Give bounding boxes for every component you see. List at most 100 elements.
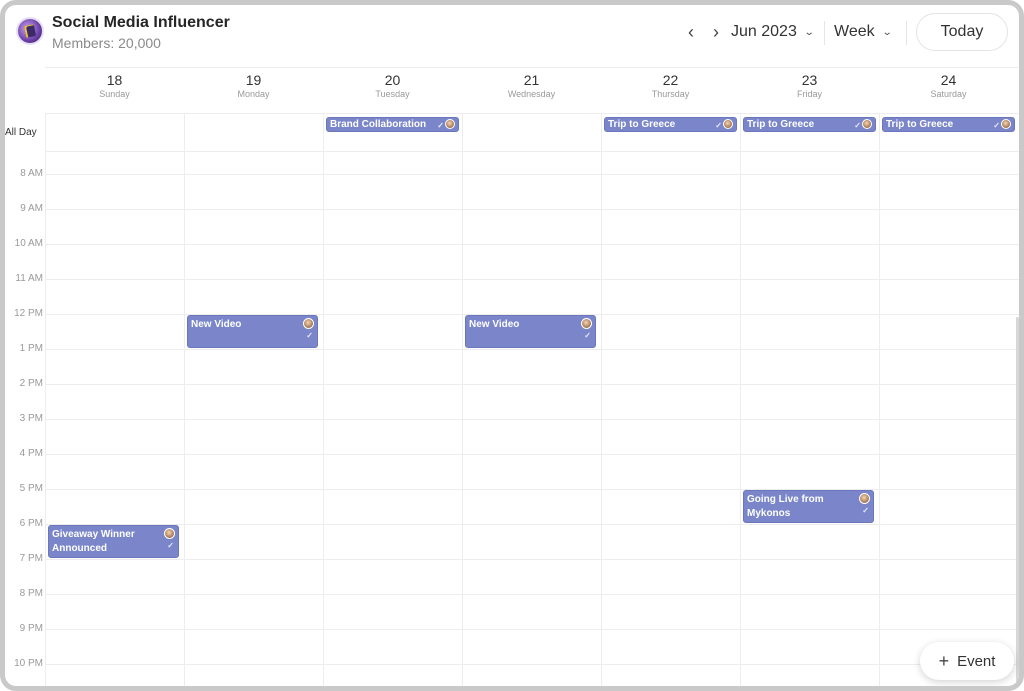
grid-col-line bbox=[601, 113, 602, 686]
group-members-count: Members: 20,000 bbox=[52, 35, 161, 51]
group-avatar[interactable] bbox=[16, 17, 44, 45]
today-button[interactable]: Today bbox=[916, 13, 1008, 51]
event-title: Trip to Greece bbox=[747, 119, 815, 130]
grid-row-line bbox=[45, 384, 1019, 385]
calendar-event[interactable]: New Video ✓ bbox=[187, 315, 318, 348]
check-icon: ✓ bbox=[854, 121, 861, 130]
time-label: 4 PM bbox=[19, 448, 43, 459]
event-title: Going Live from Mykonos bbox=[747, 494, 824, 519]
day-header-tuesday[interactable]: 20 Tuesday bbox=[323, 67, 462, 113]
time-label: 2 PM bbox=[19, 378, 43, 389]
grid-row-line bbox=[45, 151, 1019, 152]
calendar-event[interactable]: New Video ✓ bbox=[465, 315, 596, 348]
attendee-avatar bbox=[862, 119, 872, 129]
group-name: Social Media Influencer bbox=[52, 14, 230, 31]
grid-row-line bbox=[45, 209, 1019, 210]
check-icon: ✓ bbox=[437, 121, 444, 130]
all-day-event[interactable]: Trip to Greece ✓ bbox=[882, 117, 1015, 132]
day-name: Thursday bbox=[651, 89, 690, 99]
calendar-header: Social Media Influencer Members: 20,000 … bbox=[5, 5, 1019, 67]
calendar-event[interactable]: Giveaway Winner Announced ✓ bbox=[48, 525, 179, 558]
chevron-down-icon: ⌄ bbox=[803, 26, 815, 38]
grid-col-line bbox=[184, 113, 185, 686]
all-day-event[interactable]: Brand Collaboration ✓ bbox=[326, 117, 459, 132]
time-label: 11 AM bbox=[15, 273, 43, 284]
day-header-monday[interactable]: 19 Monday bbox=[184, 67, 323, 113]
view-selector[interactable]: Week ⌄ bbox=[834, 23, 893, 41]
grid-col-line bbox=[323, 113, 324, 686]
all-day-label: All Day bbox=[5, 127, 37, 138]
check-icon: ✓ bbox=[993, 121, 1000, 130]
grid-row-line bbox=[45, 244, 1019, 245]
day-number: 23 bbox=[801, 72, 818, 88]
time-label: 12 PM bbox=[14, 308, 43, 319]
attendee-avatar bbox=[723, 119, 733, 129]
grid-row-line bbox=[45, 113, 1019, 114]
event-title: Giveaway Winner Announced bbox=[52, 529, 135, 554]
all-day-event[interactable]: Trip to Greece ✓ bbox=[604, 117, 737, 132]
grid-row-line bbox=[45, 664, 1019, 665]
event-title: Trip to Greece bbox=[608, 119, 676, 130]
day-header-saturday[interactable]: 24 Saturday bbox=[879, 67, 1018, 113]
grid-col-line bbox=[879, 113, 880, 686]
day-name: Wednesday bbox=[507, 89, 556, 99]
time-label: 9 PM bbox=[19, 623, 43, 634]
day-header-thursday[interactable]: 22 Thursday bbox=[601, 67, 740, 113]
attendee-avatar bbox=[445, 119, 455, 129]
time-label: 7 PM bbox=[19, 553, 43, 564]
attendee-avatar bbox=[581, 318, 592, 329]
add-event-button[interactable]: + Event bbox=[920, 642, 1014, 680]
all-day-event[interactable]: Trip to Greece ✓ bbox=[743, 117, 876, 132]
chevron-down-icon: ⌄ bbox=[881, 26, 893, 38]
grid-row-line bbox=[45, 174, 1019, 175]
day-name: Monday bbox=[237, 89, 270, 99]
day-header-sunday[interactable]: 18 Sunday bbox=[45, 67, 184, 113]
view-label: Week bbox=[834, 23, 875, 40]
day-name: Tuesday bbox=[375, 89, 410, 99]
time-label: 10 AM bbox=[14, 238, 43, 249]
check-icon: ✓ bbox=[715, 121, 722, 130]
check-icon: ✓ bbox=[584, 331, 591, 340]
divider bbox=[824, 21, 825, 45]
grid-col-line bbox=[462, 113, 463, 686]
grid-row-line bbox=[45, 454, 1019, 455]
calendar-window: Social Media Influencer Members: 20,000 … bbox=[0, 0, 1024, 691]
day-number: 21 bbox=[523, 72, 540, 88]
time-label: 8 AM bbox=[20, 168, 43, 179]
attendee-avatar bbox=[1001, 119, 1011, 129]
time-label: 9 AM bbox=[20, 203, 43, 214]
time-label: 5 PM bbox=[19, 483, 43, 494]
day-header-wednesday[interactable]: 21 Wednesday bbox=[462, 67, 601, 113]
day-name: Friday bbox=[796, 89, 822, 99]
check-icon: ✓ bbox=[862, 506, 869, 515]
event-title: Brand Collaboration bbox=[330, 119, 427, 130]
check-icon: ✓ bbox=[167, 541, 174, 550]
month-selector[interactable]: Jun 2023 ⌄ bbox=[731, 23, 815, 41]
attendee-avatar bbox=[164, 528, 175, 539]
time-label: 8 PM bbox=[19, 588, 43, 599]
day-number: 19 bbox=[245, 72, 262, 88]
plus-icon: + bbox=[938, 651, 950, 671]
time-label: 10 PM bbox=[14, 658, 43, 669]
time-label: 6 PM bbox=[19, 518, 43, 529]
chevron-right-icon[interactable]: › bbox=[706, 21, 726, 43]
day-number: 24 bbox=[940, 72, 957, 88]
day-header-friday[interactable]: 23 Friday bbox=[740, 67, 879, 113]
grid-row-line bbox=[45, 524, 1019, 525]
day-name: Sunday bbox=[99, 89, 130, 99]
month-label: Jun 2023 bbox=[731, 23, 797, 40]
grid-row-line bbox=[45, 279, 1019, 280]
check-icon: ✓ bbox=[306, 331, 313, 340]
time-label: 1 PM bbox=[19, 343, 43, 354]
add-event-label: Event bbox=[957, 652, 996, 670]
attendee-avatar bbox=[303, 318, 314, 329]
time-label: 3 PM bbox=[19, 413, 43, 424]
chevron-left-icon[interactable]: ‹ bbox=[681, 21, 701, 43]
grid-row-line bbox=[45, 559, 1019, 560]
grid-row-line bbox=[45, 349, 1019, 350]
calendar-event[interactable]: Going Live from Mykonos ✓ bbox=[743, 490, 874, 523]
week-grid[interactable]: All Day 8 AM 9 AM 10 AM 11 AM 12 PM 1 PM… bbox=[5, 113, 1019, 686]
grid-row-line bbox=[45, 629, 1019, 630]
vertical-scrollbar[interactable] bbox=[1016, 317, 1019, 686]
day-number: 22 bbox=[662, 72, 679, 88]
